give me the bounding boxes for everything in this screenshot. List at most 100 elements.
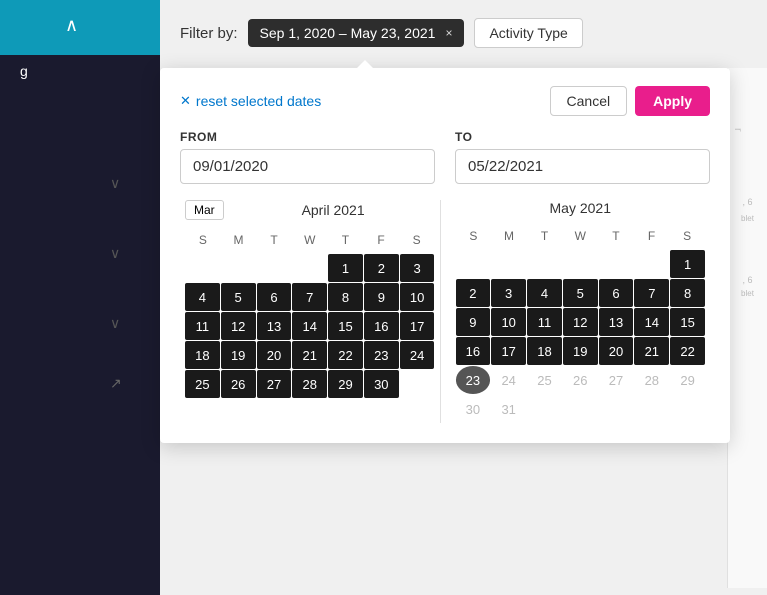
calendar-day[interactable]: 18: [185, 341, 220, 369]
calendar-day[interactable]: 17: [400, 312, 435, 340]
calendar-day: [491, 250, 526, 278]
calendar-day[interactable]: 16: [364, 312, 399, 340]
calendar-day[interactable]: 15: [670, 308, 705, 336]
sidebar-chevron-4[interactable]: ∨: [110, 315, 120, 332]
calendar-day: [257, 254, 292, 282]
rweekday-s2: S: [669, 226, 705, 246]
calendar-day[interactable]: 26: [221, 370, 256, 398]
calendar-day: [670, 395, 705, 423]
right-cal-weekdays: S M T W T F S: [456, 226, 706, 246]
rweekday-s1: S: [456, 226, 492, 246]
calendar-day[interactable]: 12: [563, 308, 598, 336]
close-date-chip-icon[interactable]: ×: [445, 26, 452, 40]
to-input[interactable]: [455, 149, 710, 184]
calendar-day[interactable]: 8: [670, 279, 705, 307]
cancel-button[interactable]: Cancel: [550, 86, 628, 116]
prev-month-button[interactable]: Mar: [185, 200, 224, 220]
calendar-day[interactable]: 10: [400, 283, 435, 311]
calendar-day[interactable]: 21: [634, 337, 669, 365]
filter-label: Filter by:: [180, 25, 238, 42]
calendar-day[interactable]: 21: [292, 341, 327, 369]
calendar-day[interactable]: 31: [491, 395, 526, 423]
calendar-day[interactable]: 28: [634, 366, 669, 394]
calendar-day[interactable]: 4: [527, 279, 562, 307]
right-partial-bottom: , 6: [728, 225, 767, 287]
reset-dates-label: reset selected dates: [196, 93, 321, 109]
calendar-day[interactable]: 8: [328, 283, 363, 311]
activity-type-button[interactable]: Activity Type: [474, 18, 582, 48]
calendar-day[interactable]: 10: [491, 308, 526, 336]
calendar-day[interactable]: 13: [257, 312, 292, 340]
calendar-day[interactable]: 25: [527, 366, 562, 394]
calendar-day[interactable]: 1: [328, 254, 363, 282]
calendar-day: [185, 254, 220, 282]
calendar-day[interactable]: 22: [328, 341, 363, 369]
apply-button[interactable]: Apply: [635, 86, 710, 116]
calendar-day[interactable]: 20: [599, 337, 634, 365]
rweekday-t1: T: [527, 226, 563, 246]
calendar-day[interactable]: 29: [670, 366, 705, 394]
calendar-day[interactable]: 24: [491, 366, 526, 394]
calendar-day[interactable]: 17: [491, 337, 526, 365]
rweekday-t2: T: [598, 226, 634, 246]
right-partial-subtext: , 6: [728, 192, 767, 212]
calendar-day[interactable]: 19: [563, 337, 598, 365]
calendar-day[interactable]: 9: [364, 283, 399, 311]
chevron-up-icon[interactable]: ∧: [65, 15, 78, 36]
calendar-day[interactable]: 12: [221, 312, 256, 340]
calendar-day[interactable]: 4: [185, 283, 220, 311]
calendar-day[interactable]: 11: [185, 312, 220, 340]
calendar-day: [527, 250, 562, 278]
calendar-day[interactable]: 14: [292, 312, 327, 340]
calendar-day[interactable]: 26: [563, 366, 598, 394]
sidebar-chevron-2[interactable]: ∨: [110, 175, 120, 192]
calendar-day[interactable]: 6: [599, 279, 634, 307]
right-partial-blet: blet: [728, 287, 767, 300]
weekday-f1: F: [363, 230, 399, 250]
calendar-day[interactable]: 24: [400, 341, 435, 369]
calendar-day[interactable]: 13: [599, 308, 634, 336]
date-filter-chip[interactable]: Sep 1, 2020 – May 23, 2021 ×: [248, 19, 465, 47]
calendar-day[interactable]: 5: [563, 279, 598, 307]
calendar-day: [221, 254, 256, 282]
to-field: TO: [455, 130, 710, 184]
calendar-day[interactable]: 7: [634, 279, 669, 307]
calendar-day[interactable]: 1: [670, 250, 705, 278]
calendar-day[interactable]: 18: [527, 337, 562, 365]
sidebar-top: [0, 0, 160, 55]
calendar-day[interactable]: 3: [491, 279, 526, 307]
popup-actions: Cancel Apply: [550, 86, 710, 116]
calendar-day[interactable]: 19: [221, 341, 256, 369]
calendar-day[interactable]: 3: [400, 254, 435, 282]
reset-dates-link[interactable]: ✕ reset selected dates: [180, 93, 321, 109]
calendar-day[interactable]: 7: [292, 283, 327, 311]
calendar-day[interactable]: 16: [456, 337, 491, 365]
calendar-day[interactable]: 29: [328, 370, 363, 398]
calendar-day[interactable]: 23: [364, 341, 399, 369]
calendar-day: [634, 250, 669, 278]
from-label: FROM: [180, 130, 435, 144]
calendar-day[interactable]: 2: [364, 254, 399, 282]
calendar-day[interactable]: 30: [456, 395, 491, 423]
calendar-day[interactable]: 2: [456, 279, 491, 307]
from-input[interactable]: [180, 149, 435, 184]
calendar-day[interactable]: 23: [456, 366, 491, 394]
calendar-day[interactable]: 9: [456, 308, 491, 336]
calendar-day[interactable]: 27: [257, 370, 292, 398]
sidebar-chevron-3[interactable]: ∨: [110, 245, 120, 262]
calendar-day[interactable]: 20: [257, 341, 292, 369]
calendar-day[interactable]: 22: [670, 337, 705, 365]
calendar-day[interactable]: 28: [292, 370, 327, 398]
calendar-day[interactable]: 27: [599, 366, 634, 394]
calendar-day[interactable]: 25: [185, 370, 220, 398]
calendar-day[interactable]: 15: [328, 312, 363, 340]
calendar-day[interactable]: 11: [527, 308, 562, 336]
calendar-day[interactable]: 30: [364, 370, 399, 398]
calendar-day[interactable]: 5: [221, 283, 256, 311]
sidebar-link-icon[interactable]: ↗: [110, 375, 122, 392]
calendar-day[interactable]: 14: [634, 308, 669, 336]
date-inputs: FROM TO: [180, 130, 710, 184]
calendar-day[interactable]: 6: [257, 283, 292, 311]
calendars: Mar April 2021 S M T W T F S 12345678910…: [180, 200, 710, 423]
right-partial-panel: r , 6 blet , 6 blet: [727, 68, 767, 588]
